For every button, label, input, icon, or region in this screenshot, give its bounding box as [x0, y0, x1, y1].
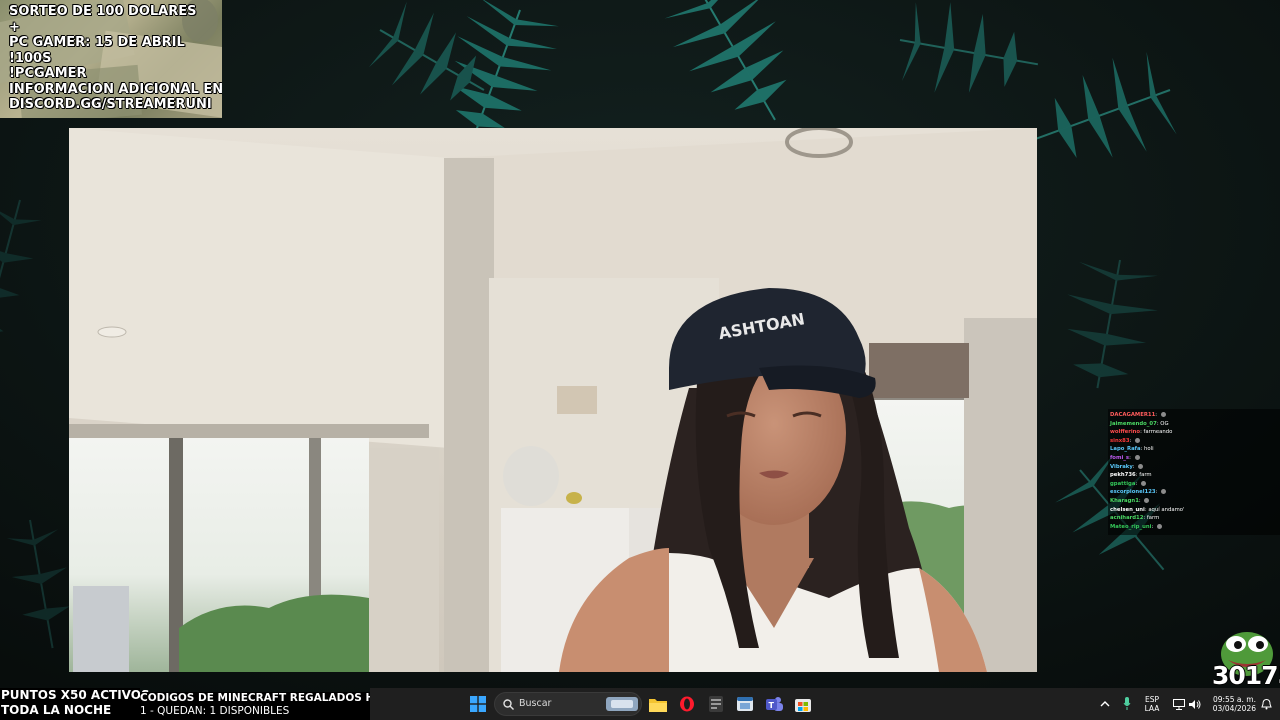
- network-button[interactable]: [1172, 688, 1186, 720]
- chat-text: holi: [1144, 446, 1154, 453]
- search-placeholder: Buscar: [519, 698, 552, 709]
- emote-icon: [1156, 523, 1162, 529]
- chat-message: escorpionel123:: [1110, 488, 1280, 497]
- teams-icon: T: [766, 697, 783, 711]
- start-button[interactable]: [466, 688, 490, 720]
- emote-icon: [1161, 489, 1167, 495]
- notifications-button[interactable]: [1258, 688, 1274, 720]
- chat-message: sinx83:: [1110, 437, 1280, 446]
- giveaway-promo-panel: SORTEO DE 100 DOLARES + PC GAMER: 15 DE …: [0, 0, 222, 118]
- capture-button[interactable]: [733, 688, 757, 720]
- app-button[interactable]: [704, 688, 728, 720]
- chat-text: farmeando: [1143, 429, 1173, 436]
- taskbar-search-box[interactable]: Buscar: [494, 692, 642, 716]
- file-explorer-button[interactable]: [646, 688, 670, 720]
- store-icon: [795, 699, 811, 712]
- chat-username: fomi_s: [1110, 454, 1130, 461]
- chat-message: chelsen_uni: aquí andamo': [1110, 506, 1185, 513]
- codes-line: CODIGOS DE MINECRAFT REGALADOS HOY:: [140, 692, 394, 704]
- chat-username: wolfferino: [1110, 429, 1141, 436]
- chat-username: pekh736: [1110, 472, 1136, 479]
- chat-username: Lapo_Rafa: [1110, 446, 1141, 453]
- chat-text: aquí andamo': [1148, 506, 1185, 513]
- points-line: TODA LA NOCHE: [1, 703, 112, 717]
- windows-taskbar: Buscar T ESP LAA 09:55 a. m. 03/04/2026: [370, 688, 1280, 720]
- chat-username: Jaimemendo_07: [1110, 420, 1157, 427]
- promo-line: INFORMACION ADICIONAL EN:: [9, 81, 222, 97]
- chat-username: chelsen_uni: [1110, 506, 1145, 513]
- webcam-feed: ASHTOAN: [69, 128, 1037, 672]
- promo-line: PC GAMER: 15 DE ABRIL: [9, 35, 185, 50]
- tray-overflow-button[interactable]: [1098, 688, 1112, 720]
- opera-button[interactable]: [675, 688, 699, 720]
- promo-line: SORTEO DE 100 DOLARES: [9, 4, 197, 19]
- chevron-up-icon: [1100, 701, 1110, 707]
- emote-icon: [1135, 437, 1140, 443]
- codes-line: 1 - QUEDAN: 1 DISPONIBLES: [140, 704, 290, 717]
- chat-message: pekh736: farm: [1110, 472, 1152, 479]
- teams-button[interactable]: T: [762, 688, 786, 720]
- chat-username: acnihard12: [1110, 515, 1144, 522]
- svg-text:T: T: [769, 701, 775, 710]
- clock-date: 03/04/2026: [1212, 704, 1256, 713]
- chat-message: Mateo_rip_uni:: [1110, 523, 1280, 532]
- chat-username: sinx83: [1110, 437, 1130, 444]
- chat-username: Vibraky: [1110, 463, 1133, 470]
- microphone-icon: [1123, 697, 1131, 710]
- promo-line: !100S: [9, 50, 52, 66]
- app-icon: [709, 696, 723, 712]
- search-icon: [503, 699, 514, 710]
- chat-username: DACAGAMER11: [1110, 412, 1156, 418]
- chat-message: DACAGAMER11:: [1110, 411, 1280, 420]
- chat-message: Vibraky:: [1110, 463, 1280, 472]
- language-indicator[interactable]: ESP LAA: [1140, 688, 1164, 720]
- opera-icon: [680, 696, 694, 712]
- chat-username: Mateo_rip_uni: [1110, 523, 1152, 530]
- emote-icon: [1160, 412, 1166, 417]
- points-banner: PUNTOS X50 ACTIVOS TODA LA NOCHE: [0, 688, 150, 720]
- chat-username: escorpionel123: [1110, 489, 1156, 496]
- emote-icon: [1144, 497, 1150, 503]
- chat-message: gpattiga:: [1110, 480, 1280, 489]
- chat-message: acnihard12: farm: [1110, 515, 1160, 522]
- minecraft-codes-banner: CODIGOS DE MINECRAFT REGALADOS HOY: 1 - …: [140, 692, 394, 720]
- promo-line: !PCGAMER: [9, 66, 87, 81]
- chat-message: Kharagn1:: [1110, 497, 1280, 506]
- chat-text: farm: [1146, 515, 1160, 522]
- emote-icon: [1140, 480, 1146, 486]
- start-icon: [470, 696, 486, 712]
- microphone-button[interactable]: [1120, 688, 1134, 720]
- store-button[interactable]: [791, 688, 815, 720]
- chat-overlay: DACAGAMER11: Jaimemendo_07: OG wolfferin…: [1108, 409, 1280, 535]
- emote-icon: [1138, 463, 1144, 469]
- chat-message: Lapo_Rafa: holi: [1110, 446, 1154, 453]
- chat-message: fomi_s:: [1110, 454, 1280, 463]
- promo-line: DISCORD.GG/STREAMERUNI: [9, 97, 212, 112]
- emote-icon: [1134, 454, 1140, 460]
- chat-message: wolfferino: farmeando: [1110, 429, 1173, 436]
- promo-line: +: [9, 19, 20, 35]
- chat-text: OG: [1160, 420, 1169, 427]
- widget-icon: [606, 697, 638, 711]
- webcam-scene: ASHTOAN: [69, 128, 1037, 672]
- file-explorer-icon: [649, 698, 667, 712]
- chat-message: Jaimemendo_07: OG: [1110, 420, 1169, 427]
- keyboard-layout: LAA: [1144, 704, 1160, 713]
- volume-button[interactable]: [1188, 688, 1202, 720]
- capture-icon: [737, 697, 753, 711]
- language-code: ESP: [1144, 695, 1160, 704]
- clock[interactable]: 09:55 a. m. 03/04/2026: [1204, 688, 1256, 720]
- chat-username: gpattiga: [1110, 480, 1136, 487]
- chat-text: farm: [1139, 472, 1152, 479]
- chat-username: Kharagn1: [1110, 497, 1139, 504]
- notification-bell-icon: [1260, 698, 1272, 709]
- viewer-counter: 30175: [1212, 661, 1280, 690]
- points-line: PUNTOS X50 ACTIVOS: [1, 688, 150, 702]
- volume-icon: [1189, 699, 1201, 709]
- clock-time: 09:55 a. m.: [1212, 695, 1256, 704]
- network-icon: [1173, 698, 1185, 710]
